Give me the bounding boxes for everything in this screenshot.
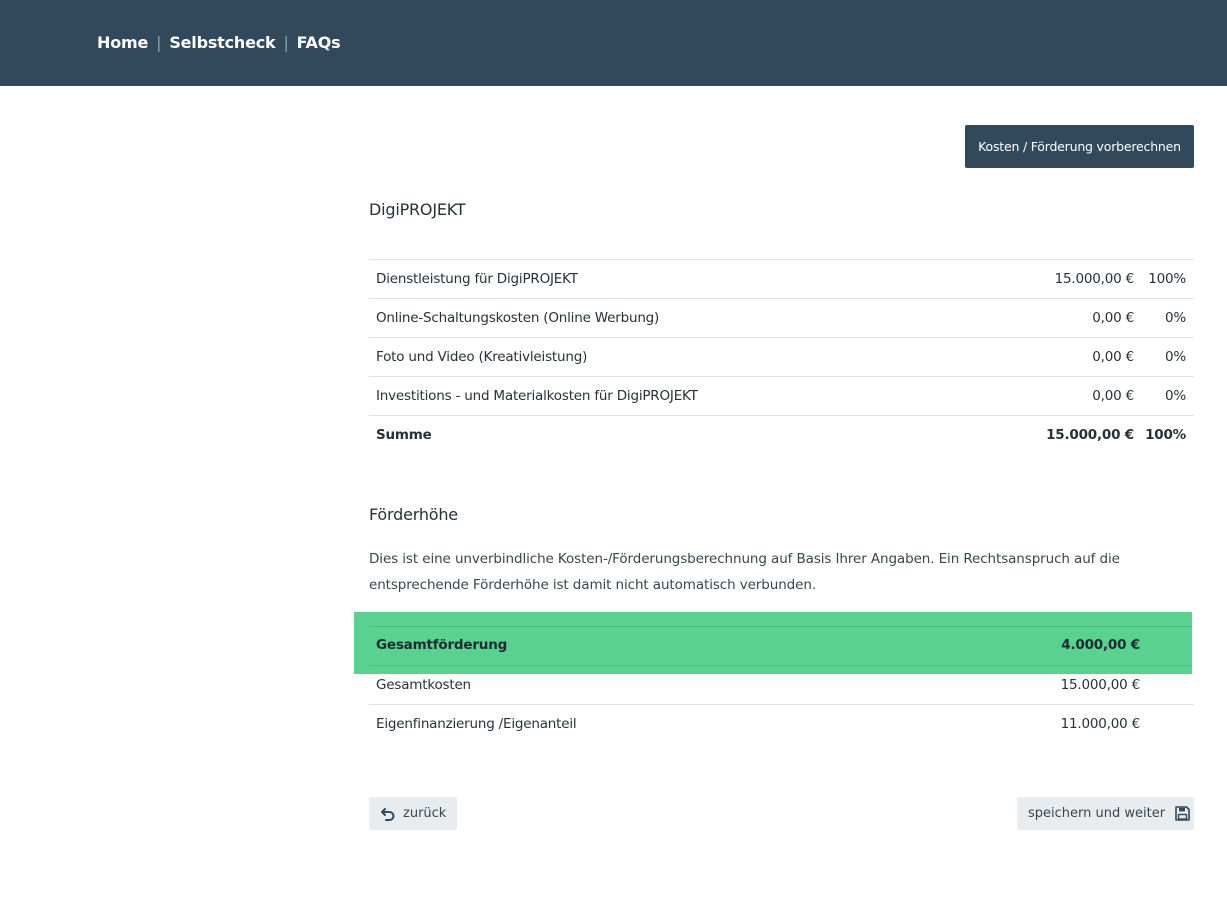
undo-arrow-icon [381, 807, 395, 821]
funding-disclaimer: Dies ist eine unverbindliche Kosten-/För… [369, 551, 1120, 593]
sum-percent: 100% [1145, 427, 1186, 443]
funding-section-title: Förderhöhe [369, 505, 458, 524]
save-and-continue-button[interactable]: speichern und weiter [1017, 797, 1194, 830]
cost-percent: 100% [1148, 271, 1186, 287]
divider [369, 626, 1192, 627]
cost-label: Online-Schaltungskosten (Online Werbung) [376, 310, 660, 326]
nav-separator: | [156, 33, 162, 52]
cost-label: Dienstleistung für DigiPROJEKT [376, 271, 578, 287]
cost-amount: 0,00 € [1092, 388, 1134, 404]
table-row: Gesamtkosten 15.000,00 € [369, 666, 1194, 705]
table-row: Dienstleistung für DigiPROJEKT 15.000,00… [369, 260, 1194, 299]
costs-table: Dienstleistung für DigiPROJEKT 15.000,00… [369, 259, 1194, 454]
funding-row-label: Gesamtkosten [376, 677, 471, 693]
cost-amount: 0,00 € [1092, 310, 1134, 326]
top-navigation-bar: Home | Selbstcheck | FAQs [0, 0, 1227, 86]
table-row: Eigenfinanzierung /Eigenanteil 11.000,00… [369, 705, 1194, 743]
nav-faqs-link[interactable]: FAQs [297, 33, 341, 52]
save-button-label: speichern und weiter [1028, 806, 1166, 821]
sum-amount: 15.000,00 € [1046, 427, 1134, 443]
table-row: Online-Schaltungskosten (Online Werbung)… [369, 299, 1194, 338]
cost-amount: 15.000,00 € [1054, 271, 1135, 287]
sum-row: Summe 15.000,00 € 100% [369, 416, 1194, 454]
cost-percent: 0% [1164, 388, 1186, 404]
nav-separator: | [283, 33, 289, 52]
cost-percent: 0% [1164, 310, 1186, 326]
costs-section-title: DigiPROJEKT [369, 200, 466, 219]
cost-label: Foto und Video (Kreativleistung) [376, 349, 588, 365]
floppy-disk-icon [1175, 806, 1190, 821]
sum-label: Summe [376, 427, 432, 443]
cost-label: Investitions - und Materialkosten für Di… [376, 388, 698, 404]
nav-selbstcheck-link[interactable]: Selbstcheck [169, 33, 275, 52]
nav-home-link[interactable]: Home [97, 33, 148, 52]
table-row: Investitions - und Materialkosten für Di… [369, 377, 1194, 416]
table-row: Foto und Video (Kreativleistung) 0,00 € … [369, 338, 1194, 377]
total-funding-value: 4.000,00 € [1061, 637, 1140, 653]
main-nav: Home | Selbstcheck | FAQs [97, 33, 341, 52]
cost-amount: 0,00 € [1092, 349, 1134, 365]
total-funding-label: Gesamtförderung [376, 637, 508, 653]
funding-row-value: 11.000,00 € [1060, 716, 1141, 732]
cost-percent: 0% [1164, 349, 1186, 365]
funding-row-label: Eigenfinanzierung /Eigenanteil [376, 716, 577, 732]
back-button-label: zurück [403, 806, 447, 821]
calculate-costs-button[interactable]: Kosten / Förderung vorberechnen [965, 125, 1194, 168]
funding-table: Gesamtkosten 15.000,00 € Eigenfinanzieru… [369, 666, 1194, 743]
back-button[interactable]: zurück [369, 797, 457, 830]
funding-row-value: 15.000,00 € [1060, 677, 1141, 693]
